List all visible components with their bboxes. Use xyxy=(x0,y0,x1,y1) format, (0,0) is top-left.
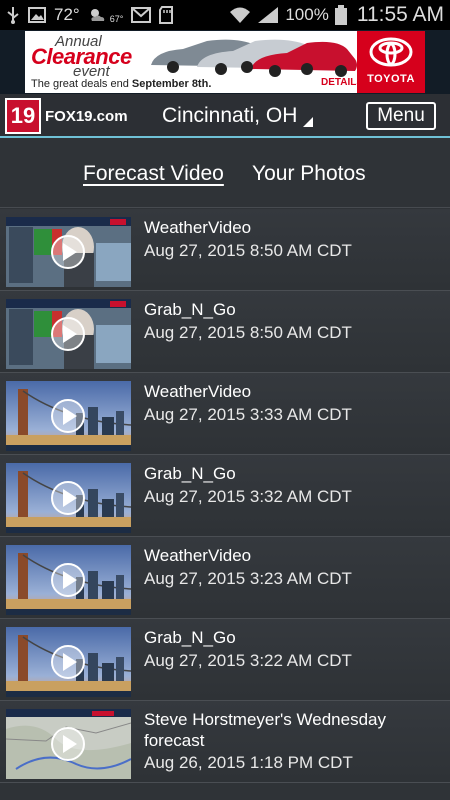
video-list-item[interactable]: WeatherVideo Aug 27, 2015 3:33 AM CDT xyxy=(0,373,450,455)
signal-icon xyxy=(257,6,279,24)
wifi-icon xyxy=(229,6,251,24)
video-list-item[interactable]: Grab_N_Go Aug 27, 2015 8:50 AM CDT xyxy=(0,291,450,373)
video-list-item[interactable]: WeatherVideo Aug 27, 2015 8:50 AM CDT xyxy=(0,209,450,291)
tab-bar: Forecast Video Your Photos xyxy=(0,140,450,208)
logo-text: FOX19.com xyxy=(45,107,128,125)
video-title: WeatherVideo xyxy=(144,382,252,401)
location-selector[interactable]: Cincinnati, OH xyxy=(162,104,314,128)
image-icon xyxy=(28,7,46,23)
battery-percent-text: 100% xyxy=(285,5,329,24)
dropdown-arrow-icon xyxy=(303,117,314,127)
play-icon xyxy=(51,645,85,679)
video-thumbnail[interactable] xyxy=(6,381,131,451)
video-date: Aug 26, 2015 1:18 PM CDT xyxy=(144,753,353,772)
video-date: Aug 27, 2015 8:50 AM CDT xyxy=(144,241,352,260)
video-date: Aug 27, 2015 3:23 AM CDT xyxy=(144,569,352,588)
video-thumbnail[interactable] xyxy=(6,299,131,369)
ad-banner-container: Annual Clearance event The great deals e… xyxy=(0,30,450,94)
play-icon xyxy=(51,399,85,433)
location-label: Cincinnati, OH xyxy=(162,104,298,127)
video-list-item[interactable]: Grab_N_Go Aug 27, 2015 3:22 AM CDT xyxy=(0,619,450,701)
video-title: WeatherVideo xyxy=(144,218,252,237)
ad-banner[interactable]: Annual Clearance event The great deals e… xyxy=(25,31,425,93)
fox19-logo[interactable]: 19 FOX19.com xyxy=(5,98,128,134)
video-title: Grab_N_Go xyxy=(144,300,236,319)
play-icon xyxy=(51,235,85,269)
video-title: Grab_N_Go xyxy=(144,464,236,483)
ad-brand-name: TOYOTA xyxy=(367,73,415,85)
play-icon xyxy=(51,727,85,761)
toyota-logo-icon xyxy=(369,37,413,67)
video-title: WeatherVideo xyxy=(144,546,252,565)
video-date: Aug 27, 2015 3:22 AM CDT xyxy=(144,651,352,670)
video-date: Aug 27, 2015 3:32 AM CDT xyxy=(144,487,352,506)
video-list-item[interactable]: Steve Horstmeyer's Wednesday forecast Au… xyxy=(0,701,450,783)
battery-icon xyxy=(334,5,347,25)
play-icon xyxy=(51,563,85,597)
usb-icon xyxy=(6,6,20,24)
app-header: 19 FOX19.com Cincinnati, OH Menu xyxy=(0,94,450,138)
video-date: Aug 27, 2015 3:33 AM CDT xyxy=(144,405,352,424)
play-icon xyxy=(51,481,85,515)
video-list-item[interactable]: Grab_N_Go Aug 27, 2015 3:32 AM CDT xyxy=(0,455,450,537)
ad-cars-image xyxy=(151,39,357,77)
video-list-item[interactable]: WeatherVideo Aug 27, 2015 3:23 AM CDT xyxy=(0,537,450,619)
video-thumbnail[interactable] xyxy=(6,463,131,533)
video-date: Aug 27, 2015 8:50 AM CDT xyxy=(144,323,352,342)
ad-deals-text: The great deals end September 8th. xyxy=(31,78,212,90)
tab-your-photos[interactable]: Your Photos xyxy=(252,162,366,186)
video-title: Grab_N_Go xyxy=(144,628,236,647)
weather-small-text: 67° xyxy=(109,14,124,24)
video-list: WeatherVideo Aug 27, 2015 8:50 AM CDT Gr… xyxy=(0,209,450,800)
gmail-icon xyxy=(131,7,152,23)
video-thumbnail[interactable] xyxy=(6,709,131,779)
video-thumbnail[interactable] xyxy=(6,545,131,615)
tab-forecast-video[interactable]: Forecast Video xyxy=(83,162,224,186)
ad-brand-block: TOYOTA xyxy=(357,31,425,93)
play-icon xyxy=(51,317,85,351)
clock-text: 11:55 AM xyxy=(356,3,444,26)
weather-icon xyxy=(88,7,106,23)
video-thumbnail[interactable] xyxy=(6,217,131,287)
sd-card-icon xyxy=(159,6,174,24)
video-thumbnail[interactable] xyxy=(6,627,131,697)
status-bar: 72° 67° 100% 11:55 AM xyxy=(0,0,450,30)
video-title: Steve Horstmeyer's Wednesday forecast xyxy=(144,710,386,750)
menu-button[interactable]: Menu xyxy=(366,102,436,130)
logo-badge: 19 xyxy=(5,98,41,134)
temperature-text: 72° xyxy=(54,5,80,24)
